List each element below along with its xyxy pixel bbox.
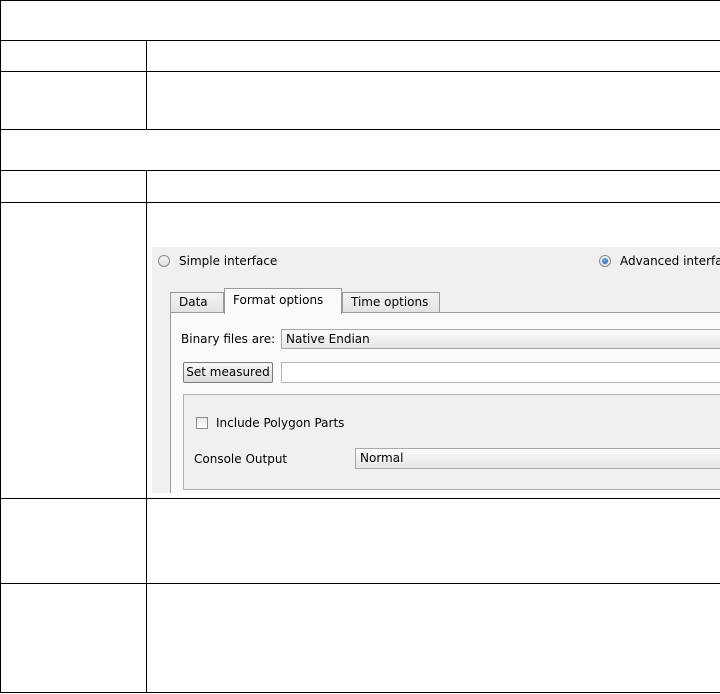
table-column-divider bbox=[146, 170, 147, 693]
embedded-dialog-screenshot: Simple interface Advanced interfa Data F… bbox=[152, 247, 720, 493]
table-divider bbox=[0, 202, 720, 203]
table-divider bbox=[0, 583, 720, 584]
advanced-interface-radio[interactable] bbox=[599, 255, 611, 267]
simple-interface-radio[interactable] bbox=[158, 255, 170, 267]
tab-data[interactable]: Data bbox=[170, 292, 224, 312]
include-polygon-parts-label: Include Polygon Parts bbox=[216, 416, 345, 430]
table-border-top bbox=[0, 0, 720, 1]
tab-format-options[interactable]: Format options bbox=[224, 288, 342, 314]
table-border-bottom bbox=[0, 692, 720, 693]
interface-mode-row: Simple interface Advanced interfa bbox=[152, 247, 720, 277]
table-border-left bbox=[0, 0, 1, 693]
simple-interface-label: Simple interface bbox=[179, 254, 278, 268]
table-divider bbox=[0, 71, 720, 72]
advanced-interface-label: Advanced interfa bbox=[620, 254, 720, 268]
options-groupbox: Include Polygon Parts Console Output Nor… bbox=[183, 394, 720, 490]
table-divider bbox=[0, 170, 720, 171]
table-column-divider bbox=[146, 40, 147, 130]
table-divider bbox=[0, 40, 720, 41]
console-output-select[interactable]: Normal bbox=[355, 448, 720, 469]
table-divider bbox=[0, 498, 720, 499]
binary-files-label: Binary files are: bbox=[181, 332, 276, 346]
binary-files-select[interactable]: Native Endian bbox=[281, 329, 720, 349]
include-polygon-parts-checkbox[interactable] bbox=[196, 417, 208, 429]
format-options-panel: Binary files are: Native Endian Set meas… bbox=[170, 312, 720, 493]
tab-time-options[interactable]: Time options bbox=[342, 292, 440, 312]
set-measured-input[interactable] bbox=[281, 362, 720, 383]
table-divider bbox=[0, 129, 720, 130]
set-measured-button[interactable]: Set measured bbox=[183, 362, 273, 383]
console-output-label: Console Output bbox=[194, 452, 288, 466]
